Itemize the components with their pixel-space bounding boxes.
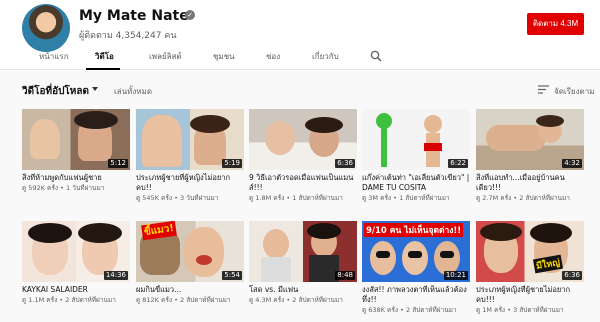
tab-playlists[interactable]: เพลย์ลิสต์ [149, 50, 182, 63]
tab-home[interactable]: หน้าแรก [39, 50, 69, 63]
tab-videos[interactable]: วิดีโอ [95, 50, 114, 63]
video-meta: ดู 545K ครั้ง • 3 วันที่ผ่านมา [136, 194, 219, 202]
tab-about[interactable]: เกี่ยวกับ [312, 50, 339, 63]
play-all-link[interactable]: เล่นทั้งหมด [114, 85, 152, 98]
video-title[interactable]: งงสัส!! ภาพลวงตาที่เห็นแล้วต้องทึ่ง!! [362, 285, 470, 305]
channel-header: My Mate Nate ✓ ผู้ติดตาม 4,354,247 คน ติ… [0, 0, 600, 52]
video-title[interactable]: 9 วิธีเอาตัวรอดเมื่อแฟนเป็นแมนส์!!! [249, 173, 357, 193]
video-meta: ดู 1M ครั้ง • 3 สัปดาห์ที่ผ่านมา [476, 306, 564, 314]
video-title[interactable]: ประเภทผู้หญิงที่ผู้ชายไม่อยากคบ!!! [476, 285, 584, 305]
video-thumbnail[interactable]: มีใหญ่ 6:36 [476, 221, 584, 282]
video-title[interactable]: ผมกินขี้แมว... [136, 285, 244, 295]
avatar[interactable] [22, 4, 70, 52]
video-duration: 14:36 [103, 271, 128, 280]
video-meta: ดู 4.3M ครั้ง • 2 สัปดาห์ที่ผ่านมา [249, 296, 343, 304]
video-meta: ดู 812K ครั้ง • 2 สัปดาห์ที่ผ่านมา [136, 296, 231, 304]
video-thumbnail[interactable]: 8:48 [249, 221, 357, 282]
video-duration: 8:48 [335, 271, 355, 280]
video-title[interactable]: แก๊งค่าเต้นท่า "เอเลี่ยนตัวเขียว" | DAME… [362, 173, 470, 193]
video-duration: 6:36 [335, 159, 355, 168]
video-thumbnail[interactable]: 6:22 [362, 109, 470, 170]
video-card[interactable]: 8:48 โสด vs. มีแฟน ดู 4.3M ครั้ง • 2 สัป… [249, 221, 357, 305]
video-meta: ดู 638K ครั้ง • 2 สัปดาห์ที่ผ่านมา [362, 306, 457, 314]
video-duration: 5:12 [108, 159, 128, 168]
video-duration: 6:36 [562, 271, 582, 280]
video-title[interactable]: KAYKAI SALAIDER [22, 285, 130, 295]
video-title[interactable]: โสด vs. มีแฟน [249, 285, 357, 295]
video-title[interactable]: สิ่งที่ห้ามพูดกับแฟนผู้ชาย [22, 173, 130, 183]
video-meta: ดู 3M ครั้ง • 1 สัปดาห์ที่ผ่านมา [362, 194, 450, 202]
video-title[interactable]: ประเภทผู้ชายที่ผู้หญิงไม่อยากคบ!! [136, 173, 244, 193]
channel-name: My Mate Nate [79, 8, 189, 24]
video-meta: ดู 1.1M ครั้ง • 2 สัปดาห์ที่ผ่านมา [22, 296, 116, 304]
video-card[interactable]: 5:12 สิ่งที่ห้ามพูดกับแฟนผู้ชาย ดู 592K … [22, 109, 130, 193]
video-card[interactable]: 4:32 สิ่งที่แอบทำ...เมื่ออยู่บ้านคนเดียว… [476, 109, 584, 203]
video-title[interactable]: สิ่งที่แอบทำ...เมื่ออยู่บ้านคนเดียว!!! [476, 173, 584, 193]
video-thumbnail[interactable]: 9/10 คน ไม่เห็นจุดต่าง!! 10:21 [362, 221, 470, 282]
video-card[interactable]: 6:22 แก๊งค่าเต้นท่า "เอเลี่ยนตัวเขียว" |… [362, 109, 470, 203]
video-card[interactable]: 9/10 คน ไม่เห็นจุดต่าง!! 10:21 งงสัส!! ภ… [362, 221, 470, 315]
channel-tabs: หน้าแรก วิดีโอ เพลย์ลิสต์ ชุมชน ช่อง เกี… [0, 46, 600, 70]
video-duration: 5:19 [222, 159, 242, 168]
section-title[interactable]: วิดีโอที่อัปโหลด [22, 84, 89, 99]
video-duration: 5:54 [222, 271, 242, 280]
video-meta: ดู 1.8M ครั้ง • 1 สัปดาห์ที่ผ่านมา [249, 194, 343, 202]
subscriber-count: ผู้ติดตาม 4,354,247 คน [79, 31, 177, 41]
active-tab-indicator [86, 68, 120, 70]
video-thumbnail[interactable]: 4:32 [476, 109, 584, 170]
search-icon[interactable] [370, 50, 382, 62]
video-thumbnail[interactable]: 5:19 [136, 109, 244, 170]
video-card[interactable]: 14:36 KAYKAI SALAIDER ดู 1.1M ครั้ง • 2 … [22, 221, 130, 305]
verified-check-icon: ✓ [185, 10, 195, 20]
tab-community[interactable]: ชุมชน [213, 50, 235, 63]
video-thumbnail[interactable]: 6:36 [249, 109, 357, 170]
video-duration: 6:22 [448, 159, 468, 168]
video-thumbnail[interactable]: 14:36 [22, 221, 130, 282]
video-card[interactable]: มีใหญ่ 6:36 ประเภทผู้หญิงที่ผู้ชายไม่อยา… [476, 221, 584, 315]
thumbnail-headline-text: 9/10 คน ไม่เห็นจุดต่าง!! [364, 223, 464, 237]
video-thumbnail[interactable]: ขี้แมว! 5:54 [136, 221, 244, 282]
video-thumbnail[interactable]: 5:12 [22, 109, 130, 170]
video-duration: 10:21 [443, 271, 468, 280]
videos-section: วิดีโอที่อัปโหลด เล่นทั้งหมด จัดเรียงตาม… [0, 71, 600, 322]
sort-by-button[interactable]: จัดเรียงตาม [554, 85, 594, 98]
video-card[interactable]: 5:19 ประเภทผู้ชายที่ผู้หญิงไม่อยากคบ!! ด… [136, 109, 244, 203]
video-duration: 4:32 [562, 159, 582, 168]
video-meta: ดู 592K ครั้ง • 1 วันที่ผ่านมา [22, 184, 105, 192]
video-meta: ดู 2.7M ครั้ง • 2 สัปดาห์ที่ผ่านมา [476, 194, 570, 202]
sort-icon[interactable] [538, 85, 549, 94]
video-card[interactable]: 6:36 9 วิธีเอาตัวรอดเมื่อแฟนเป็นแมนส์!!!… [249, 109, 357, 203]
tab-channels[interactable]: ช่อง [266, 50, 280, 63]
subscribe-button[interactable]: ติดตาม 4.3M [527, 13, 584, 35]
chevron-down-icon[interactable] [92, 87, 98, 91]
video-card[interactable]: ขี้แมว! 5:54 ผมกินขี้แมว... ดู 812K ครั้… [136, 221, 244, 305]
